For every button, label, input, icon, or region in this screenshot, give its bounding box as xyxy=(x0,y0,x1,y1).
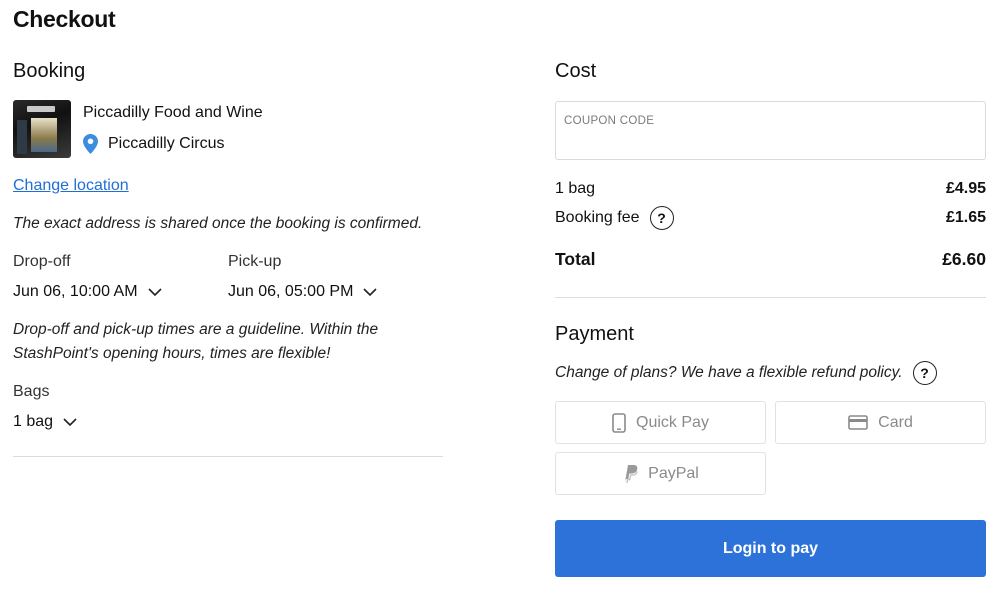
store-location: Piccadilly Circus xyxy=(83,134,263,154)
times-row: Drop-off Jun 06, 10:00 AM Pick-up Jun 06… xyxy=(13,253,443,301)
login-to-pay-button[interactable]: Login to pay xyxy=(555,520,986,577)
help-icon[interactable]: ? xyxy=(912,361,937,385)
store-thumbnail xyxy=(13,100,71,158)
booking-fee-row: Booking fee ? £1.65 xyxy=(555,206,986,230)
bag-cost-label: 1 bag xyxy=(555,180,596,197)
map-pin-icon xyxy=(83,134,98,154)
booking-section: Booking Piccadilly Food and Wine Piccadi… xyxy=(13,60,443,457)
pickup-value: Jun 06, 05:00 PM xyxy=(228,283,354,300)
divider xyxy=(555,297,986,298)
coupon-input[interactable] xyxy=(564,115,977,127)
refund-note-row: Change of plans? We have a flexible refu… xyxy=(555,361,986,385)
paypal-label: PayPal xyxy=(648,464,699,482)
paypal-icon xyxy=(625,465,638,483)
pickup-label: Pick-up xyxy=(228,253,282,270)
chevron-down-icon xyxy=(63,418,77,426)
total-label: Total xyxy=(555,249,596,269)
change-location-link[interactable]: Change location xyxy=(13,177,129,195)
cost-section: Cost 1 bag £4.95 Booking fee ? £1.65 Tot… xyxy=(555,60,986,577)
pickup-select[interactable]: Jun 06, 05:00 PM xyxy=(228,283,443,301)
card-button[interactable]: Card xyxy=(775,401,986,444)
refund-note: Change of plans? We have a flexible refu… xyxy=(555,364,903,381)
booking-title: Booking xyxy=(13,60,86,82)
dropoff-value: Jun 06, 10:00 AM xyxy=(13,283,138,300)
chevron-down-icon xyxy=(363,288,377,296)
coupon-field[interactable] xyxy=(555,101,986,160)
total-amount: £6.60 xyxy=(942,249,986,269)
phone-icon xyxy=(612,412,626,433)
card-label: Card xyxy=(878,413,913,431)
booking-fee-label: Booking fee xyxy=(555,209,640,226)
dropoff-select[interactable]: Jun 06, 10:00 AM xyxy=(13,283,228,301)
chevron-down-icon xyxy=(147,288,162,296)
booking-fee-amount: £1.65 xyxy=(945,209,986,226)
store-card: Piccadilly Food and Wine Piccadilly Circ… xyxy=(13,100,443,158)
payment-methods: Quick Pay Card PayPal xyxy=(555,401,986,495)
times-note: Drop-off and pick-up times are a guideli… xyxy=(13,321,379,362)
credit-card-icon xyxy=(848,415,868,430)
dropoff-label: Drop-off xyxy=(13,253,71,270)
cost-title: Cost xyxy=(555,60,597,82)
bags-select[interactable]: 1 bag xyxy=(13,413,443,431)
location-name: Piccadilly Circus xyxy=(108,135,225,152)
help-icon[interactable]: ? xyxy=(649,206,674,230)
bags-label: Bags xyxy=(13,383,50,400)
paypal-button[interactable]: PayPal xyxy=(555,452,766,495)
quick-pay-button[interactable]: Quick Pay xyxy=(555,401,766,444)
bag-cost-amount: £4.95 xyxy=(945,180,986,197)
bag-cost-row: 1 bag £4.95 xyxy=(555,180,986,198)
payment-title: Payment xyxy=(555,323,634,345)
bags-value: 1 bag xyxy=(13,413,54,430)
store-name: Piccadilly Food and Wine xyxy=(83,104,263,121)
address-note: The exact address is shared once the boo… xyxy=(13,215,423,232)
quick-pay-label: Quick Pay xyxy=(636,413,709,431)
total-row: Total £6.60 xyxy=(555,249,986,270)
page-title: Checkout xyxy=(13,6,116,32)
divider xyxy=(13,456,443,457)
